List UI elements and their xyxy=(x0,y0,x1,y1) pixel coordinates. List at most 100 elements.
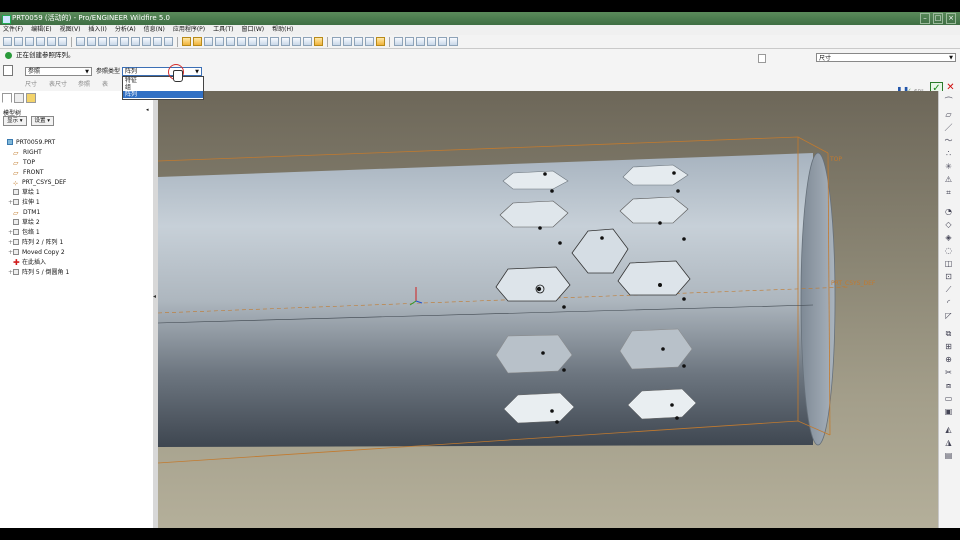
paste-special-icon[interactable] xyxy=(131,37,140,46)
tree-item[interactable]: + 包络 1 xyxy=(2,228,69,238)
close-window-button[interactable]: × xyxy=(946,13,956,24)
datum-point-tool-icon[interactable]: ∴ xyxy=(943,149,954,159)
minimize-button[interactable]: – xyxy=(920,13,930,24)
hole-tool-icon[interactable]: ◌ xyxy=(943,246,954,256)
favorites-tab-icon[interactable] xyxy=(26,93,36,103)
sweep-tool-icon[interactable]: ◇ xyxy=(943,220,954,230)
coord-sys-icon[interactable] xyxy=(427,37,436,46)
new-file-icon[interactable] xyxy=(3,37,12,46)
wireframe-icon[interactable] xyxy=(332,37,341,46)
datum-points-icon[interactable] xyxy=(416,37,425,46)
shaded-icon[interactable] xyxy=(365,37,374,46)
draft-tool-icon[interactable]: ⟋ xyxy=(943,285,954,295)
round-tool-icon[interactable]: ◜ xyxy=(943,298,954,308)
mirror-tool-icon[interactable]: ⧉ xyxy=(943,329,954,339)
open-file-icon[interactable] xyxy=(14,37,23,46)
menu-analysis[interactable]: 分析(A) xyxy=(115,25,136,35)
tab-references[interactable]: 参照 xyxy=(78,79,90,88)
find-icon[interactable] xyxy=(153,37,162,46)
no-hidden-icon[interactable] xyxy=(354,37,363,46)
refit-icon[interactable] xyxy=(259,37,268,46)
hidden-line-icon[interactable] xyxy=(343,37,352,46)
offset-tool-icon[interactable]: ⧈ xyxy=(943,381,954,391)
save-icon[interactable] xyxy=(25,37,34,46)
tab-table[interactable]: 表 xyxy=(102,79,108,88)
rib-tool-icon[interactable]: ⊡ xyxy=(943,272,954,282)
menu-insert[interactable]: 插入(I) xyxy=(88,25,106,35)
graphics-window[interactable]: TOP PRT_CSYS_DEF xyxy=(158,91,938,528)
tree-item[interactable]: 草绘 2 xyxy=(2,218,69,228)
menu-edit[interactable]: 编辑(E) xyxy=(31,25,51,35)
spin-center-icon[interactable] xyxy=(193,37,202,46)
revolve-tool-icon[interactable]: ◔ xyxy=(943,207,954,217)
maximize-button[interactable]: □ xyxy=(933,13,943,24)
menu-window[interactable]: 窗口(W) xyxy=(242,25,265,35)
undo-icon[interactable] xyxy=(76,37,85,46)
view-manager-icon[interactable] xyxy=(303,37,312,46)
zoom-in-icon[interactable] xyxy=(237,37,246,46)
layers-icon[interactable] xyxy=(292,37,301,46)
selection-filter-combo[interactable]: 尺寸 ▼ xyxy=(816,53,956,62)
tree-item[interactable]: ▱ DTM1 xyxy=(2,208,69,218)
tree-item[interactable]: + 阵列 2 / 阵列 1 xyxy=(2,238,69,248)
enhanced-realism-icon[interactable] xyxy=(376,37,385,46)
display-style-icon[interactable] xyxy=(182,37,191,46)
dropdown-option-group[interactable]: 组 xyxy=(123,84,203,91)
merge-tool-icon[interactable]: ⊕ xyxy=(943,355,954,365)
shading-icon[interactable] xyxy=(215,37,224,46)
collapse-panel-icon[interactable]: ◂ xyxy=(146,107,149,113)
tree-item[interactable]: + 阵列 5 / 倒圆角 1 xyxy=(2,268,69,278)
style-tool-icon[interactable]: ◭ xyxy=(943,425,954,435)
cut-icon[interactable] xyxy=(98,37,107,46)
redo-icon[interactable] xyxy=(87,37,96,46)
tree-item[interactable]: ✚ 在此插入 xyxy=(2,258,69,268)
sheet-tool-icon[interactable]: ▤ xyxy=(943,451,954,461)
tree-item[interactable]: ⊹ PRT_CSYS_DEF xyxy=(2,178,69,188)
reference-type-combo[interactable]: 阵列 ▼ xyxy=(122,67,202,76)
menu-file[interactable]: 文件(F) xyxy=(3,25,23,35)
dropdown-option-feature[interactable]: 特征 xyxy=(123,77,203,84)
tree-item[interactable]: ▱ RIGHT xyxy=(2,148,69,158)
shell-tool-icon[interactable]: ◫ xyxy=(943,259,954,269)
tree-item[interactable]: + 拉伸 1 xyxy=(2,198,69,208)
reorient-icon[interactable] xyxy=(270,37,279,46)
send-icon[interactable] xyxy=(58,37,67,46)
zoom-out-icon[interactable] xyxy=(248,37,257,46)
print-icon[interactable] xyxy=(36,37,45,46)
context-help-icon[interactable] xyxy=(449,37,458,46)
datum-axes-icon[interactable] xyxy=(405,37,414,46)
menu-tools[interactable]: 工具(T) xyxy=(213,25,233,35)
filter-toggle-icon[interactable] xyxy=(758,54,766,63)
select-box-icon[interactable] xyxy=(164,37,173,46)
model-tree-tab-icon[interactable] xyxy=(2,93,12,103)
menu-info[interactable]: 信息(N) xyxy=(144,25,165,35)
datum-plane-tool-icon[interactable]: ⏜ xyxy=(943,97,954,107)
display-menu-button[interactable]: 显示 ▾ xyxy=(3,116,27,126)
tree-item[interactable]: ▱ FRONT xyxy=(2,168,69,178)
annotation-icon[interactable] xyxy=(438,37,447,46)
csys-tool-icon[interactable]: ✳ xyxy=(943,162,954,172)
chamfer-tool-icon[interactable]: ◸ xyxy=(943,311,954,321)
extrude-tool-icon[interactable]: ⌗ xyxy=(943,188,954,198)
blend-tool-icon[interactable]: ◈ xyxy=(943,233,954,243)
tab-dimensions[interactable]: 尺寸 xyxy=(25,79,37,88)
menu-applications[interactable]: 应用程序(P) xyxy=(173,25,205,35)
datum-axis-tool-icon[interactable]: ▱ xyxy=(943,110,954,120)
tab-table-dimensions[interactable]: 表尺寸 xyxy=(49,79,67,88)
tree-item[interactable]: + Moved Copy 2 xyxy=(2,248,69,258)
dropdown-option-pattern[interactable]: 阵列 xyxy=(123,91,203,98)
datum-display-icon[interactable] xyxy=(314,37,323,46)
sphere-icon[interactable] xyxy=(226,37,235,46)
copy-icon[interactable] xyxy=(109,37,118,46)
warp-tool-icon[interactable]: ◮ xyxy=(943,438,954,448)
analysis-tool-icon[interactable]: ⚠ xyxy=(943,175,954,185)
datum-curve-tool-icon[interactable]: ／ xyxy=(943,123,954,133)
datum-planes-icon[interactable] xyxy=(394,37,403,46)
tree-item[interactable]: 草绘 1 xyxy=(2,188,69,198)
solidify-tool-icon[interactable]: ▣ xyxy=(943,407,954,417)
pattern-tool-icon[interactable]: ⊞ xyxy=(943,342,954,352)
sketch-tool-icon[interactable]: ～ xyxy=(943,136,954,146)
thicken-tool-icon[interactable]: ▭ xyxy=(943,394,954,404)
folder-browser-tab-icon[interactable] xyxy=(14,93,24,103)
paste-icon[interactable] xyxy=(120,37,129,46)
